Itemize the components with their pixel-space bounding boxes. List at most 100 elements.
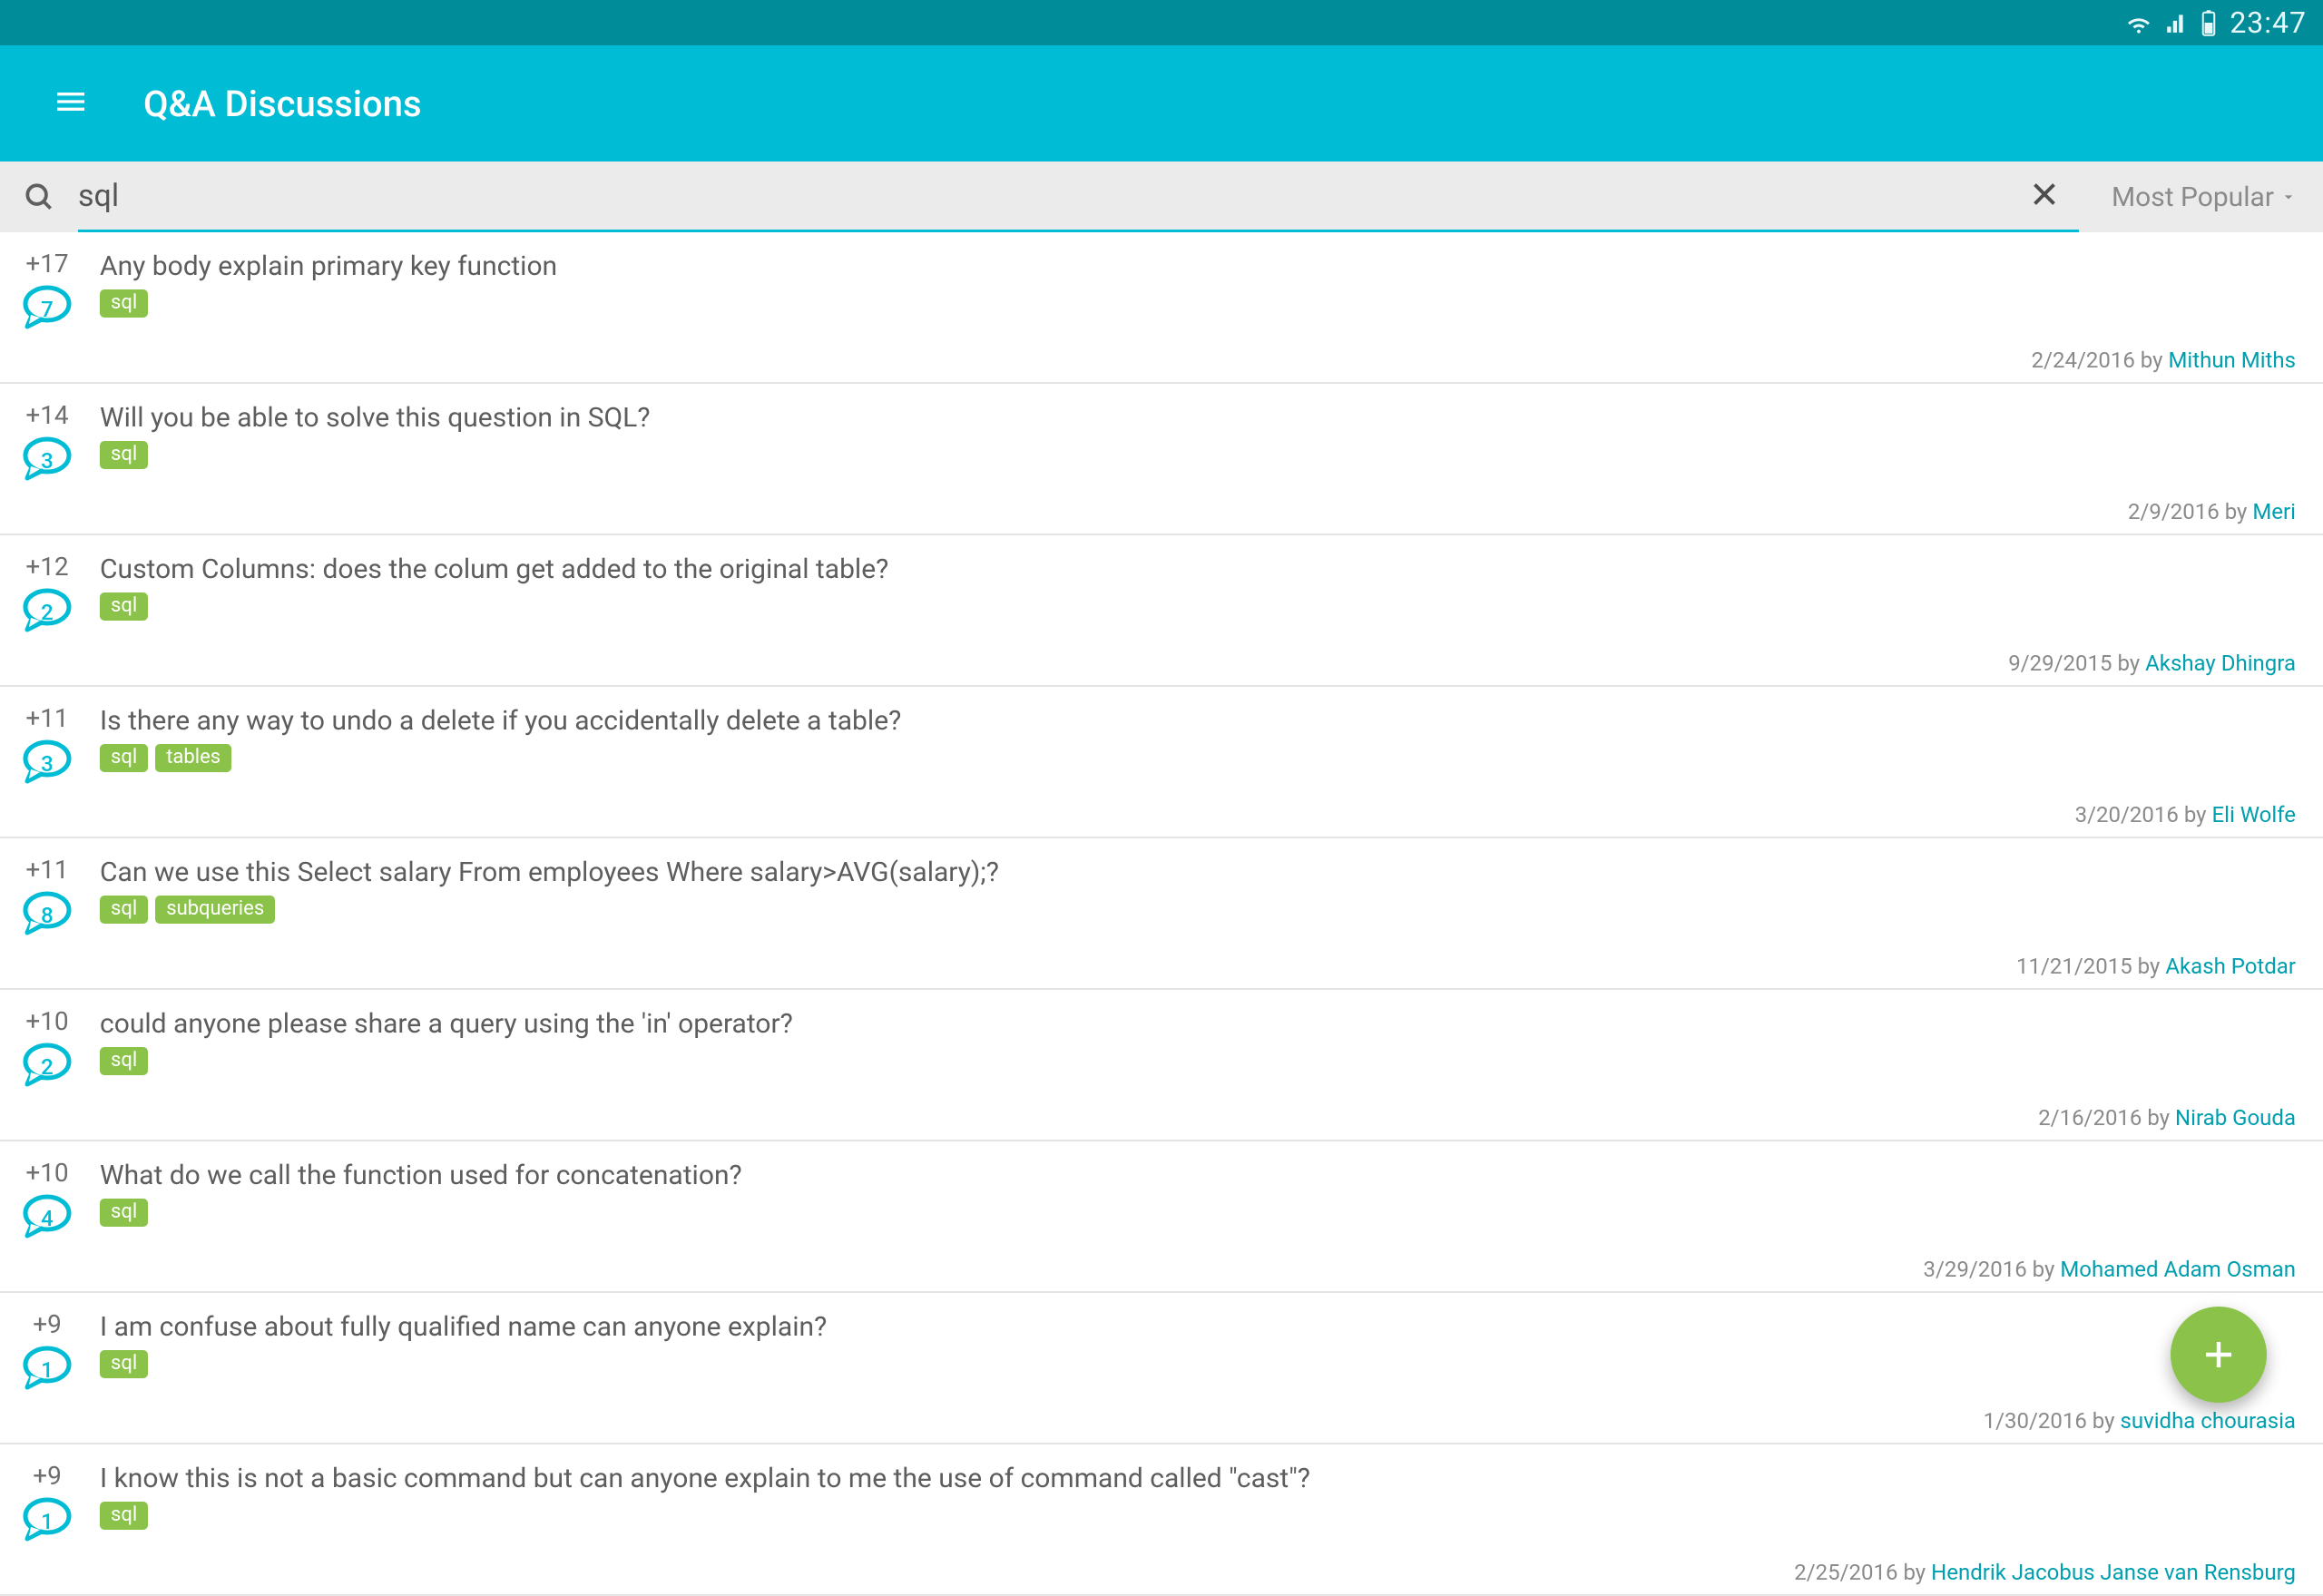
by-label: by [2147, 1105, 2170, 1131]
clear-search-icon[interactable] [2028, 178, 2061, 214]
comments-icon: 1 [22, 1345, 73, 1394]
discussion-meta: 2/16/2016 by Nirab Gouda [13, 1105, 2296, 1131]
discussion-item[interactable]: +17 7 Any body explain primary key functio… [0, 232, 2323, 384]
search-icon[interactable] [0, 180, 78, 214]
sort-dropdown[interactable]: Most Popular [2079, 181, 2323, 213]
discussion-author[interactable]: Akash Potdar [2165, 954, 2296, 979]
comment-count: 7 [22, 297, 73, 322]
tag[interactable]: sql [100, 896, 148, 924]
discussion-title: could anyone please share a query using … [100, 1003, 2296, 1040]
tag[interactable]: sql [100, 1502, 148, 1530]
discussion-date: 2/25/2016 [1794, 1560, 1897, 1585]
signal-icon [2164, 11, 2188, 34]
discussion-title: What do we call the function used for co… [100, 1154, 2296, 1191]
discussion-date: 9/29/2015 [2008, 651, 2112, 676]
discussion-author[interactable]: Nirab Gouda [2175, 1105, 2296, 1131]
discussion-title: Any body explain primary key function [100, 245, 2296, 282]
discussion-title: Custom Columns: does the colum get added… [100, 548, 2296, 585]
comment-count: 3 [22, 448, 73, 474]
tag[interactable]: subqueries [155, 896, 275, 924]
chevron-down-icon [2279, 188, 2298, 206]
discussion-item[interactable]: +143Will you be able to solve this quest… [0, 384, 2323, 535]
comments-icon: 3 [22, 739, 73, 788]
discussion-date: 2/16/2016 [2038, 1105, 2142, 1131]
discussion-date: 2/9/2016 [2128, 499, 2220, 524]
comment-count: 2 [22, 1054, 73, 1080]
vote-count: +10 [25, 1006, 68, 1036]
vote-count: +11 [25, 855, 68, 885]
search-bar: Most Popular [0, 162, 2323, 232]
comments-icon: 2 [22, 1042, 73, 1091]
comment-count: 1 [22, 1357, 73, 1383]
by-label: by [2093, 1408, 2115, 1434]
discussion-date: 3/29/2016 [1923, 1257, 2026, 1282]
discussion-meta: 3/20/2016 by Eli Wolfe [13, 802, 2296, 827]
discussion-list: +17 7 Any body explain primary key functio… [0, 232, 2323, 1596]
discussion-author[interactable]: suvidha chourasia [2120, 1408, 2296, 1434]
discussion-author[interactable]: Hendrik Jacobus Janse van Rensburg [1931, 1560, 2296, 1585]
by-label: by [2138, 954, 2161, 979]
new-discussion-fab[interactable] [2171, 1307, 2267, 1403]
discussion-item[interactable]: +104What do we call the function used fo… [0, 1141, 2323, 1293]
vote-count: +12 [25, 552, 68, 582]
discussion-date: 1/30/2016 [1984, 1408, 2087, 1434]
discussion-title: Is there any way to undo a delete if you… [100, 700, 2296, 737]
comment-count: 2 [22, 600, 73, 625]
discussion-date: 11/21/2015 [2016, 954, 2132, 979]
tag[interactable]: sql [100, 592, 148, 621]
discussion-meta: 2/25/2016 by Hendrik Jacobus Janse van R… [13, 1560, 2296, 1585]
search-input[interactable] [78, 178, 2079, 214]
tag[interactable]: sql [100, 1199, 148, 1227]
discussion-item[interactable]: +12 2 Custom Columns: does the colum get a… [0, 535, 2323, 687]
tag[interactable]: sql [100, 289, 148, 318]
comments-icon: 4 [22, 1193, 73, 1242]
comment-count: 8 [22, 903, 73, 928]
discussion-author[interactable]: Mithun Miths [2168, 348, 2296, 373]
by-label: by [2225, 499, 2248, 524]
discussion-date: 2/24/2016 [2032, 348, 2135, 373]
by-label: by [2117, 651, 2140, 676]
discussion-author[interactable]: Akshay Dhingra [2145, 651, 2296, 676]
by-label: by [2184, 802, 2207, 827]
by-label: by [2141, 348, 2163, 373]
hamburger-icon[interactable] [53, 83, 89, 123]
vote-count: +17 [25, 249, 68, 279]
sort-label: Most Popular [2112, 181, 2274, 213]
discussion-meta: 9/29/2015 by Akshay Dhingra [13, 651, 2296, 676]
discussion-item[interactable]: +10 2 could anyone please share a query us… [0, 990, 2323, 1141]
status-bar: 23:47 [0, 0, 2323, 45]
discussion-meta: 3/29/2016 by Mohamed Adam Osman [13, 1257, 2296, 1282]
by-label: by [1903, 1560, 1926, 1585]
tag[interactable]: sql [100, 1350, 148, 1378]
vote-count: +9 [33, 1309, 62, 1339]
app-bar: Q&A Discussions [0, 45, 2323, 162]
comments-icon: 1 [22, 1496, 73, 1545]
discussion-title: Can we use this Select salary From emplo… [100, 851, 2296, 888]
comment-count: 4 [22, 1206, 73, 1231]
discussion-meta: 11/21/2015 by Akash Potdar [13, 954, 2296, 979]
comments-icon: 2 [22, 587, 73, 636]
comment-count: 3 [22, 751, 73, 777]
tag[interactable]: sql [100, 441, 148, 469]
discussion-meta: 2/24/2016 by Mithun Miths [13, 348, 2296, 373]
tag[interactable]: tables [155, 744, 231, 772]
vote-count: +11 [25, 703, 68, 733]
discussion-author[interactable]: Mohamed Adam Osman [2060, 1257, 2296, 1282]
discussion-author[interactable]: Eli Wolfe [2211, 802, 2296, 827]
vote-count: +9 [33, 1461, 62, 1491]
discussion-title: I am confuse about fully qualified name … [100, 1306, 2296, 1343]
discussion-author[interactable]: Meri [2252, 499, 2296, 524]
discussion-item[interactable]: +9 1 I am confuse about fully qualified na… [0, 1293, 2323, 1444]
comments-icon: 3 [22, 436, 73, 485]
comments-icon: 8 [22, 890, 73, 939]
tag[interactable]: sql [100, 1047, 148, 1075]
discussion-item[interactable]: +11 8 Can we use this Select salary From e… [0, 838, 2323, 990]
by-label: by [2033, 1257, 2055, 1282]
tag[interactable]: sql [100, 744, 148, 772]
discussion-item[interactable]: +91I know this is not a basic command bu… [0, 1444, 2323, 1596]
discussion-title: Will you be able to solve this question … [100, 397, 2296, 434]
discussion-meta: 1/30/2016 by suvidha chourasia [13, 1408, 2296, 1434]
comments-icon: 7 [22, 284, 73, 333]
battery-icon [2200, 9, 2217, 36]
discussion-item[interactable]: +11 3 Is there any way to undo a delete if… [0, 687, 2323, 838]
